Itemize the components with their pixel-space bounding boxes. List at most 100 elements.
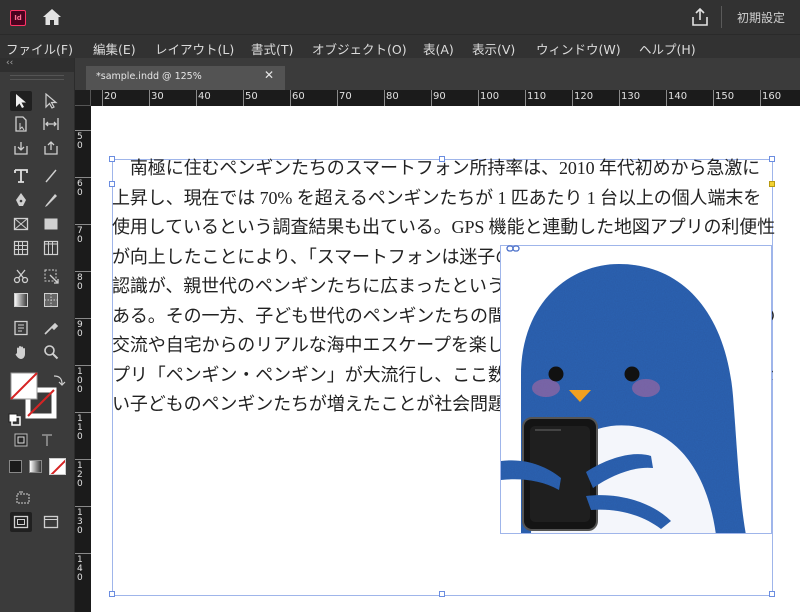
app-top-bar: Id 初期設定 [0, 0, 800, 34]
document-page[interactable]: 南極に住むペンギンたちのスマートフォン所持率は、2010 年代初めから急激に上昇… [91, 106, 800, 612]
menu-table[interactable]: 表(A) [423, 39, 454, 58]
link-icon[interactable] [506, 239, 520, 252]
menu-help[interactable]: ヘルプ(H) [639, 39, 696, 58]
ruler-tick [75, 412, 91, 413]
note-tool-icon[interactable] [10, 318, 32, 338]
ruler-tick [196, 90, 197, 106]
ruler-tick [75, 459, 91, 460]
vertical-grid-tool-icon[interactable] [40, 238, 62, 258]
home-icon[interactable] [42, 8, 62, 30]
horizontal-grid-tool-icon[interactable] [10, 238, 32, 258]
ruler-tick [290, 90, 291, 106]
ruler-label: 90 [77, 320, 83, 339]
frame-handle[interactable] [769, 591, 775, 597]
free-transform-tool-icon[interactable] [40, 266, 62, 286]
fill-stroke-swatch[interactable] [8, 372, 66, 426]
ruler-tick [619, 90, 620, 106]
ruler-label: 20 [104, 91, 117, 102]
scissors-tool-icon[interactable] [10, 266, 32, 286]
rectangle-frame-tool-icon[interactable] [10, 214, 32, 234]
ruler-tick [478, 90, 479, 106]
ruler-tick [384, 90, 385, 106]
ruler-label: 140 [668, 91, 688, 102]
ruler-tick [243, 90, 244, 106]
apply-none-icon[interactable] [49, 458, 66, 475]
content-collector-tool-icon[interactable] [10, 138, 32, 158]
ruler-tick [431, 90, 432, 106]
ruler-label: 50 [245, 91, 258, 102]
penguin-smartphone-illustration [501, 264, 746, 533]
ruler-tick [666, 90, 667, 106]
tools-panel-header: ‹‹ [0, 58, 74, 72]
frame-handle[interactable] [109, 591, 115, 597]
pencil-tool-icon[interactable] [40, 190, 62, 210]
ruler-label: 140 [77, 555, 83, 583]
ruler-label: 60 [77, 179, 83, 198]
ruler-label: 30 [151, 91, 164, 102]
line-tool-icon[interactable] [40, 166, 62, 186]
document-tab[interactable]: *sample.indd @ 125% ✕ [86, 66, 285, 90]
gap-tool-icon[interactable] [40, 114, 62, 134]
formatting-affects-text-icon[interactable] [36, 430, 58, 450]
ruler-tick [75, 318, 91, 319]
document-tab-title: *sample.indd @ 125% [96, 71, 202, 82]
gradient-feather-tool-icon[interactable] [40, 290, 62, 310]
share-icon[interactable] [690, 7, 710, 31]
apply-color-icon[interactable] [9, 460, 22, 473]
divider [721, 6, 722, 28]
close-icon[interactable]: ✕ [264, 68, 274, 82]
pen-tool-icon[interactable] [10, 190, 32, 210]
menu-object[interactable]: オブジェクト(O) [312, 39, 407, 58]
collapse-panel-icon[interactable]: ‹‹ [6, 58, 13, 68]
frame-handle[interactable] [439, 591, 445, 597]
workspace-switcher[interactable]: 初期設定 [737, 9, 785, 26]
ruler-label: 130 [621, 91, 641, 102]
horizontal-ruler[interactable]: 20 30 40 50 60 70 80 90 100 110 120 130 … [91, 90, 800, 106]
ruler-origin[interactable] [75, 90, 91, 106]
rectangle-tool-icon[interactable] [40, 214, 62, 234]
ruler-label: 90 [433, 91, 446, 102]
ruler-tick [337, 90, 338, 106]
ruler-label: 100 [480, 91, 500, 102]
ruler-label: 60 [292, 91, 305, 102]
menu-bar: ファイル(F) 編集(E) レイアウト(L) 書式(T) オブジェクト(O) 表… [0, 34, 800, 59]
ruler-label: 80 [386, 91, 399, 102]
ruler-tick [713, 90, 714, 106]
page-tool-icon[interactable] [10, 114, 32, 134]
image-frame[interactable] [500, 245, 772, 534]
menu-layout[interactable]: レイアウト(L) [155, 39, 234, 58]
screen-mode-switch-icon[interactable] [12, 488, 34, 508]
ruler-label: 130 [77, 508, 83, 536]
apply-gradient-icon[interactable] [29, 460, 42, 473]
panel-grip[interactable] [10, 75, 64, 80]
menu-view[interactable]: 表示(V) [472, 39, 515, 58]
vertical-ruler[interactable]: 50 60 70 80 90 100 110 120 130 140 [75, 106, 91, 612]
ruler-label: 40 [198, 91, 211, 102]
indesign-logo-icon: Id [10, 10, 26, 26]
content-placer-tool-icon[interactable] [40, 138, 62, 158]
ruler-label: 100 [77, 367, 83, 395]
normal-view-mode-icon[interactable] [10, 512, 32, 532]
preview-mode-icon[interactable] [40, 512, 62, 532]
formatting-affects-container-icon[interactable] [10, 430, 32, 450]
menu-edit[interactable]: 編集(E) [93, 39, 136, 58]
eyedropper-tool-icon[interactable] [40, 318, 62, 338]
ruler-tick [75, 271, 91, 272]
selection-tool-icon[interactable] [10, 91, 32, 111]
ruler-label: 70 [339, 91, 352, 102]
gradient-swatch-tool-icon[interactable] [10, 290, 32, 310]
zoom-tool-icon[interactable] [40, 342, 62, 362]
type-tool-icon[interactable] [10, 166, 32, 186]
menu-file[interactable]: ファイル(F) [6, 39, 73, 58]
ruler-tick [525, 90, 526, 106]
menu-window[interactable]: ウィンドウ(W) [536, 39, 621, 58]
ruler-label: 80 [77, 273, 83, 292]
menu-type[interactable]: 書式(T) [251, 39, 293, 58]
ruler-label: 150 [715, 91, 735, 102]
ruler-label: 110 [77, 414, 83, 442]
hand-tool-icon[interactable] [10, 342, 32, 362]
ruler-tick [572, 90, 573, 106]
ruler-tick [75, 506, 91, 507]
ruler-label: 120 [77, 461, 83, 489]
direct-selection-tool-icon[interactable] [40, 91, 62, 111]
